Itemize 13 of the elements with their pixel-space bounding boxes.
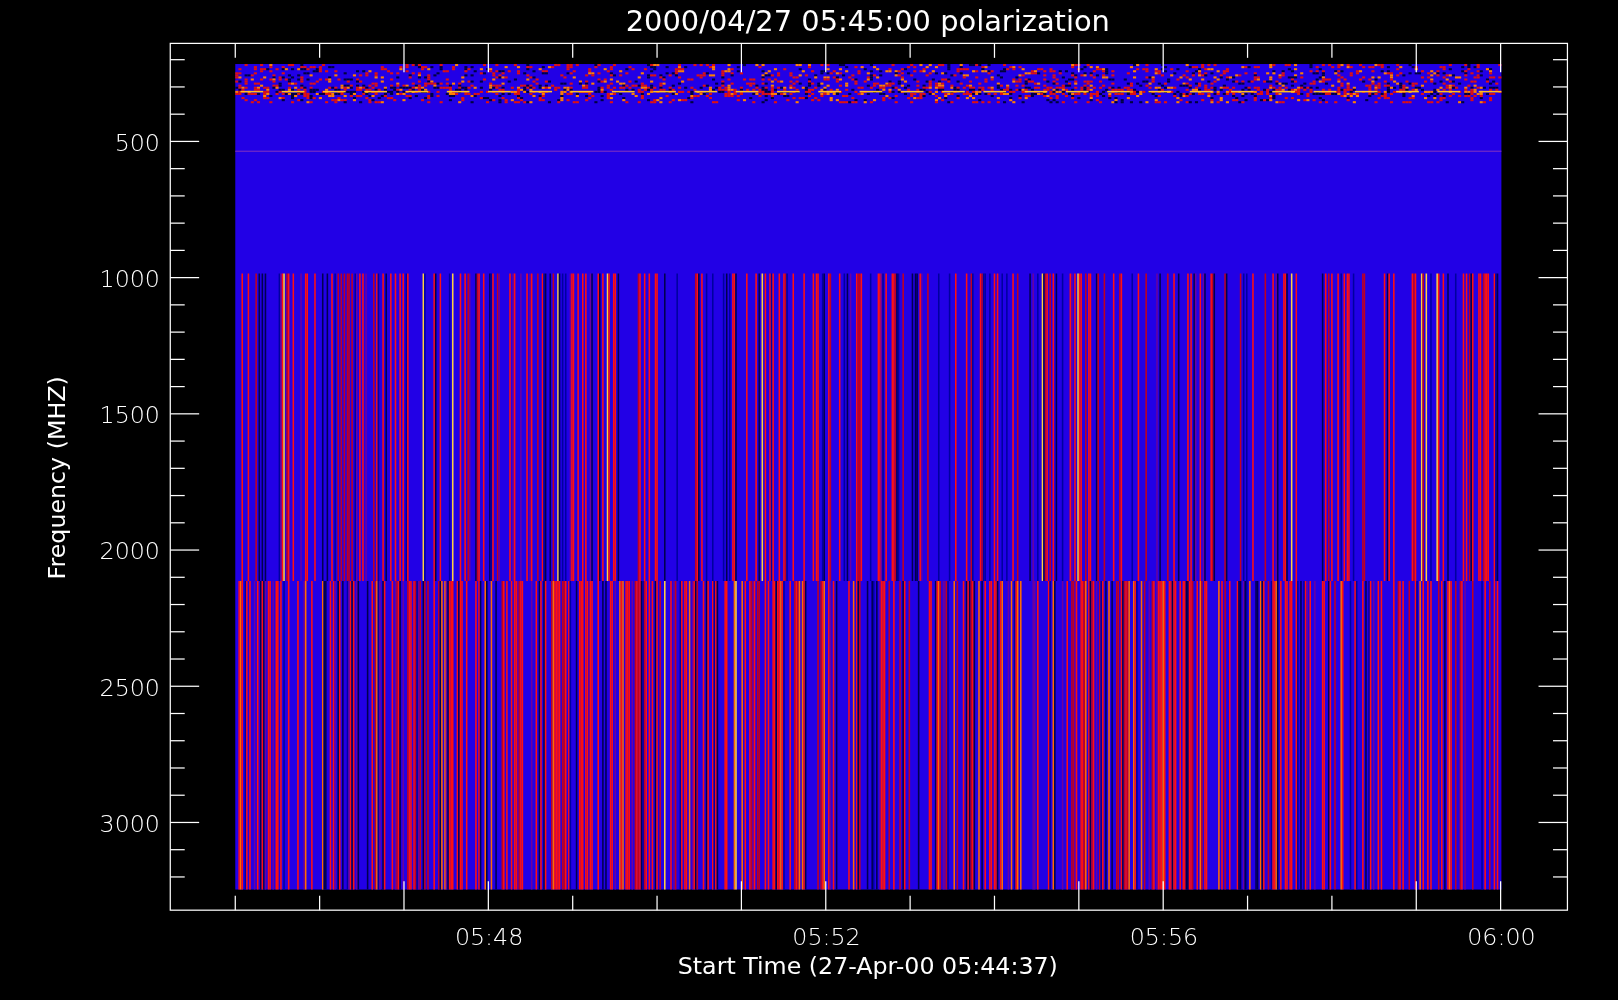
- y-tick-label: 1500: [99, 401, 160, 430]
- y-tick-label: 2500: [99, 673, 160, 702]
- y-axis-label: Frequency (MHZ): [43, 376, 71, 580]
- x-axis-label: Start Time (27-Apr-00 05:44:37): [677, 952, 1058, 981]
- x-tick-label: 06:00: [1467, 923, 1536, 952]
- x-tick-label: 05:56: [1129, 923, 1199, 952]
- plot-title: 2000/04/27 05:45:00 polarization: [625, 4, 1110, 38]
- y-tick-label: 1000: [99, 264, 160, 293]
- x-tick-label: 05:52: [792, 923, 861, 952]
- y-tick-label: 2000: [99, 537, 160, 566]
- x-tick-label: 05:48: [454, 923, 524, 952]
- y-tick-label: 3000: [99, 809, 160, 838]
- y-tick-label: 500: [114, 128, 160, 157]
